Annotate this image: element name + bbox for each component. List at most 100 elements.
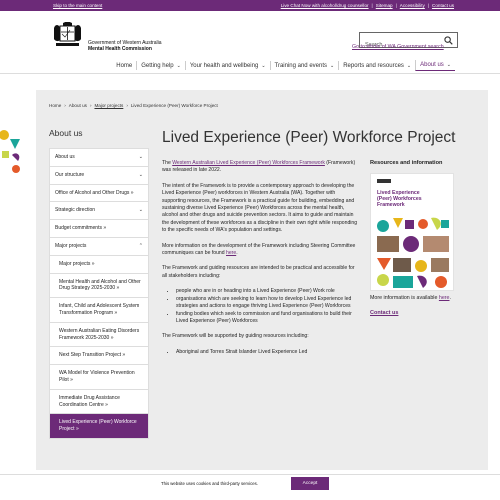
nav-item-about-us[interactable]: About us ⌄	[415, 60, 455, 71]
chevron-down-icon[interactable]: ⌄	[139, 172, 143, 179]
aside-title: Resources and information	[370, 160, 443, 166]
org-line-2: Mental Health Commission	[88, 46, 152, 52]
sidebar-item[interactable]: Budget commitments »	[50, 220, 148, 238]
resource-list: Aboriginal and Torres Strait Islander Li…	[176, 349, 358, 356]
cookie-banner: This website uses cookies and third-part…	[0, 474, 500, 500]
sidebar-item-label: Major projects	[55, 242, 87, 249]
skip-link[interactable]: Skip to the main content	[53, 3, 102, 8]
breadcrumb-home[interactable]: Home	[49, 103, 61, 108]
sidebar-item-label: WA Model for Violence Prevention Pilot »	[59, 370, 135, 383]
sidebar-item[interactable]: Infant, Child and Adolescent System Tran…	[50, 298, 148, 323]
sidebar-item[interactable]: Next Step Transition Project »	[50, 347, 148, 366]
sidebar-item[interactable]: Strategic direction ⌄	[50, 202, 148, 221]
framework-link[interactable]: Western Australian Lived Experience (Pee…	[172, 160, 325, 166]
text: .	[236, 250, 238, 257]
sidebar-item[interactable]: Office of Alcohol and Other Drugs »	[50, 185, 148, 203]
resources-aside: Resources and information Lived Experien…	[370, 160, 458, 316]
list-item: organisations which are seeking to learn…	[176, 296, 358, 311]
sitemap-link[interactable]: Sitemap	[376, 3, 393, 8]
live-chat-link[interactable]: Live Chat Now with alcohol/drug counsell…	[281, 3, 369, 8]
list-item: funding bodies which seek to commission …	[176, 311, 358, 326]
separator: |	[395, 3, 397, 8]
breadcrumb-sep: ›	[64, 103, 66, 108]
utility-links: Live Chat Now with alcohol/drug counsell…	[281, 3, 454, 8]
sidebar-item-label: Our structure	[55, 171, 85, 178]
sidebar-item[interactable]: About us ⌄	[50, 149, 148, 167]
nav-label: About us	[420, 61, 444, 68]
main-navigation: Home Getting help ⌄ Your health and wellb…	[0, 57, 500, 74]
text: More information is available	[370, 295, 439, 301]
sidebar-item-label: Western Australian Eating Disorders Fram…	[59, 327, 140, 341]
nav-item-home[interactable]: Home	[112, 61, 136, 70]
sidebar-item-label: Mental Health and Alcohol and Other Drug…	[59, 278, 141, 292]
text: The	[162, 160, 173, 166]
sidebar-item-label: Major projects »	[59, 260, 95, 267]
utility-bar: Skip to the main content Live Chat Now w…	[0, 0, 500, 11]
org-name: Government of Western Australia Mental H…	[88, 40, 162, 52]
sidebar-nav: About us ⌄ Our structure ⌄ Office of Alcohol…	[49, 148, 149, 439]
sidebar-item[interactable]: Our structure ⌄	[50, 167, 148, 185]
sidebar-item[interactable]: Lived Experience (Peer) Workforce Projec…	[50, 414, 148, 438]
nav-item-training-events[interactable]: Training and events ⌄	[269, 61, 339, 70]
sidebar-item[interactable]: Mental Health and Alcohol and Other Drug…	[50, 274, 148, 299]
sidebar-item[interactable]: Western Australian Eating Disorders Fram…	[50, 323, 148, 348]
chevron-down-icon: ⌄	[406, 62, 412, 69]
sidebar-item-label: Infant, Child and Adolescent System Tran…	[59, 303, 140, 316]
wa-gov-search-link[interactable]: Go to whole of WA Government search	[352, 44, 444, 50]
text: .	[449, 295, 451, 301]
contact-us-link[interactable]: Contact us	[370, 310, 458, 316]
breadcrumb-major-projects[interactable]: Major projects	[94, 103, 123, 108]
contact-us-link[interactable]: Contact us	[432, 3, 454, 8]
nav-label: Getting help	[141, 62, 174, 69]
sidebar-item-label: Budget commitments »	[55, 225, 107, 232]
intro-paragraph: The Western Australian Lived Experience …	[162, 160, 358, 175]
text: More information on the development of t…	[162, 242, 356, 257]
decorative-shapes-icon	[0, 130, 20, 173]
sidebar-item-label: About us	[55, 154, 75, 160]
chevron-up-icon[interactable]: ⌃	[139, 243, 143, 250]
site-header: Government of Western Australia Mental H…	[0, 11, 500, 57]
sidebar-title: About us	[49, 128, 83, 138]
chevron-down-icon: ⌄	[330, 62, 335, 69]
more-info-paragraph: More information on the development of t…	[162, 243, 358, 258]
framework-cover-image[interactable]: Lived Experience (Peer) Workforces Frame…	[370, 173, 454, 291]
nav-label: Reports and resources	[343, 62, 404, 69]
cookie-text: This website uses cookies and third-part…	[161, 481, 258, 486]
stakeholders-paragraph: The Framework and guiding resources are …	[162, 265, 355, 279]
search-icon[interactable]	[444, 36, 453, 45]
wa-crest-logo[interactable]	[52, 22, 83, 49]
chevron-down-icon: ⌄	[176, 62, 181, 69]
sidebar-item-label: Office of Alcohol and Other Drugs »	[55, 189, 134, 196]
cover-title-line-3: Framework	[377, 202, 405, 208]
nav-label: Home	[116, 62, 133, 69]
sidebar-item-label: Lived Experience (Peer) Workforce Projec…	[59, 419, 137, 433]
sidebar-item[interactable]: WA Model for Violence Prevention Pilot »	[50, 365, 148, 390]
sidebar-item[interactable]: Major projects »	[50, 256, 148, 274]
chevron-down-icon[interactable]: ⌄	[139, 207, 143, 214]
sidebar-item-label: Next Step Transition Project »	[59, 352, 126, 359]
separator: |	[371, 3, 373, 8]
intent-paragraph: The intent of the Framework is to provid…	[162, 182, 358, 234]
sidebar-item[interactable]: Immediate Drug Assistance Coordination C…	[50, 390, 148, 415]
list-item: Aboriginal and Torres Strait Islander Li…	[176, 349, 358, 356]
chevron-down-icon[interactable]: ⌄	[139, 154, 143, 161]
aside-here-link[interactable]: here	[439, 295, 450, 301]
stakeholder-list: people who are in or heading into a Live…	[176, 288, 358, 325]
sidebar-item-label: Immediate Drug Assistance Coordination C…	[59, 394, 120, 408]
accessibility-link[interactable]: Accessibility	[400, 3, 425, 8]
accept-cookies-button[interactable]: Accept	[291, 477, 329, 490]
main-body: The Western Australian Lived Experience …	[162, 160, 358, 364]
chevron-down-icon: ⌄	[261, 62, 266, 69]
nav-list: Home Getting help ⌄ Your health and wellb…	[112, 60, 455, 71]
sidebar-item[interactable]: Major projects ⌃	[50, 238, 148, 256]
nav-item-health-wellbeing[interactable]: Your health and wellbeing ⌄	[184, 61, 270, 70]
breadcrumb-sep: ›	[89, 103, 92, 108]
here-link[interactable]: here	[226, 250, 236, 256]
cover-art-icon: Lived Experience (Peer) Workforces Frame…	[371, 174, 453, 290]
nav-item-getting-help[interactable]: Getting help ⌄	[136, 61, 185, 70]
page-title: Lived Experience (Peer) Workforce Projec…	[162, 129, 456, 146]
nav-item-reports-resources[interactable]: Reports and resources ⌄	[338, 61, 415, 70]
breadcrumb-about[interactable]: About us	[69, 103, 87, 108]
list-item: people who are in or heading into a Live…	[176, 288, 358, 295]
breadcrumb-sep: ›	[126, 103, 128, 108]
